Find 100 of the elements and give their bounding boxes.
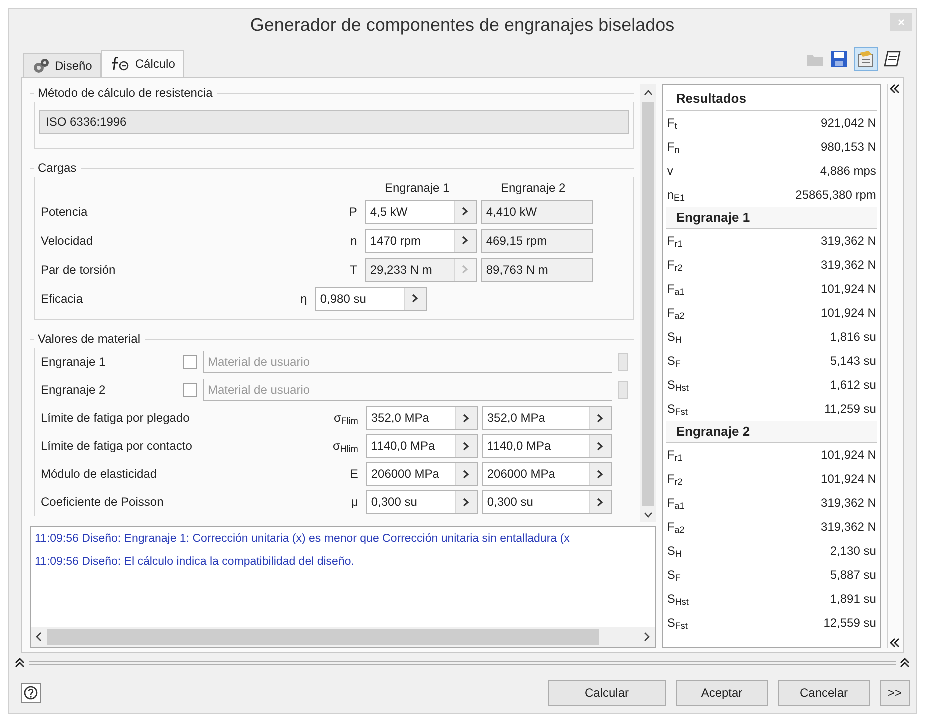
value-field[interactable]: 1140,0 MPa [482, 434, 612, 458]
section-heading: Engranaje 1 [666, 207, 878, 229]
result-value: 1,612 su [830, 377, 876, 394]
collapse-icon[interactable] [890, 84, 900, 94]
group-legend: Método de cálculo de resistencia [38, 84, 213, 102]
result-value: 1,816 su [830, 329, 876, 346]
result-symbol: n$_{E1}$ [667, 187, 686, 204]
help-icon[interactable] [24, 686, 38, 700]
value-field[interactable]: 1470 rpm [365, 228, 478, 252]
vertical-scrollbar[interactable] [640, 84, 656, 522]
more-button[interactable]: >> [880, 680, 910, 706]
log-message: 11:09:56 Diseño: Engranaje 1: Corrección unitaria (x) es menor que Corrección unitaria sin entalladura (x [35, 532, 571, 547]
result-value: 921,042 N [821, 115, 876, 132]
function-icon [110, 56, 130, 72]
save-icon[interactable] [830, 50, 848, 68]
method-dropdown[interactable]: ISO 6336:1996 [39, 110, 630, 134]
symbol-label: P [348, 204, 358, 220]
collapse-icon[interactable] [890, 638, 900, 648]
row-label: Par de torsión [41, 262, 117, 278]
value-field[interactable]: 206000 MPa [366, 462, 478, 486]
arrow-button[interactable] [455, 491, 478, 513]
row-label: Eficacia [41, 290, 84, 308]
result-value: 101,924 N [821, 305, 876, 322]
result-value: 12,559 su [824, 615, 876, 632]
result-symbol: F$_{r2}$ [667, 471, 683, 488]
value-field[interactable]: 0,300 su [366, 490, 478, 514]
column-header: Engranaje 1 [384, 180, 451, 197]
result-symbol: F$_{a2}$ [667, 305, 685, 322]
result-symbol: F$_{t}$ [667, 115, 678, 132]
row-label: Velocidad [41, 232, 94, 250]
checkbox[interactable] [183, 355, 197, 369]
result-symbol: S$_{Hst}$ [667, 377, 689, 394]
result-value: 5,887 su [830, 567, 876, 584]
arrow-button[interactable] [454, 200, 476, 222]
result-value: 319,362 N [821, 257, 876, 274]
arrow-button[interactable] [589, 491, 612, 513]
expand-up-icon[interactable] [900, 658, 910, 668]
dialog-button[interactable]: Calcular [548, 680, 666, 706]
result-value: 25865,380 rpm [796, 187, 876, 204]
dialog-button[interactable]: Aceptar [676, 680, 768, 706]
result-value: 11,259 su [824, 401, 876, 418]
log-message: 11:09:56 Diseño: El cálculo indica la compatibilidad del diseño. [35, 555, 356, 570]
expand-up-icon[interactable] [15, 658, 25, 668]
value-field[interactable]: 4,5 kW [365, 200, 478, 224]
arrow-button[interactable] [455, 435, 478, 457]
result-symbol: S$_{Hst}$ [667, 591, 689, 608]
result-value: 101,924 N [821, 281, 876, 298]
result-symbol: F$_{a1}$ [667, 281, 685, 298]
symbol-label: μ [350, 494, 360, 511]
group-legend: Valores de material [38, 330, 140, 348]
result-symbol: S$_{H}$ [667, 329, 682, 346]
scroll-left-icon[interactable] [35, 632, 43, 642]
horizontal-scrollbar[interactable] [31, 627, 656, 647]
result-symbol: F$_{a2}$ [667, 519, 685, 536]
result-value: 319,362 N [821, 495, 876, 512]
tab[interactable]: Cálculo [101, 50, 184, 77]
row-label: Módulo de elasticidad [41, 466, 158, 483]
row-label: Límite de fatiga por contacto [41, 438, 194, 455]
gears-icon [32, 58, 50, 74]
material-field[interactable]: Material de usuario [203, 379, 612, 401]
result-symbol: F$_{r1}$ [667, 233, 683, 250]
result-value: 5,143 su [830, 353, 876, 370]
result-value: 4,886 mps [820, 163, 876, 180]
arrow-button[interactable] [454, 230, 476, 252]
value-field[interactable]: 0,980 su [315, 286, 428, 310]
column-header: Engranaje 2 [500, 180, 567, 197]
symbol-label: σ$_{Hlim}$ [332, 438, 360, 455]
tab[interactable]: Diseño [23, 53, 102, 77]
value-field[interactable]: 206000 MPa [482, 462, 612, 486]
dialog-button[interactable]: Cancelar [778, 680, 870, 706]
calculator-icon[interactable] [857, 50, 875, 68]
arrow-button[interactable] [589, 435, 612, 457]
result-symbol: F$_{r2}$ [667, 257, 683, 274]
checkbox[interactable] [183, 383, 197, 397]
arrow-button[interactable] [455, 407, 478, 429]
result-symbol: S$_{F}$ [667, 567, 681, 584]
value-field[interactable]: 1140,0 MPa [366, 434, 478, 458]
arrow-button[interactable] [455, 463, 478, 485]
value-field[interactable]: 352,0 MPa [366, 406, 478, 430]
row-label: Potencia [41, 204, 89, 220]
symbol-label: T [349, 262, 358, 278]
result-symbol: F$_{r1}$ [667, 447, 683, 464]
material-field[interactable]: Material de usuario [203, 351, 612, 373]
result-value: 1,891 su [830, 591, 876, 608]
result-symbol: S$_{Fst}$ [667, 401, 688, 418]
result-symbol: F$_{n}$ [667, 139, 680, 156]
notepad-icon[interactable] [884, 50, 902, 68]
row-label: Engranaje 1 [41, 354, 107, 371]
scroll-right-icon[interactable] [643, 632, 652, 642]
symbol-label: η [300, 290, 308, 308]
arrow-button[interactable] [589, 407, 612, 429]
arrow-button[interactable] [589, 463, 612, 485]
symbol-label: n [350, 232, 358, 250]
result-value: 2,130 su [830, 543, 876, 560]
result-symbol: v [667, 163, 674, 180]
symbol-label: E [349, 466, 360, 483]
section-heading: Engranaje 2 [666, 421, 878, 443]
arrow-button[interactable] [404, 288, 426, 310]
value-field[interactable]: 0,300 su [482, 490, 612, 514]
value-field[interactable]: 352,0 MPa [482, 406, 612, 430]
